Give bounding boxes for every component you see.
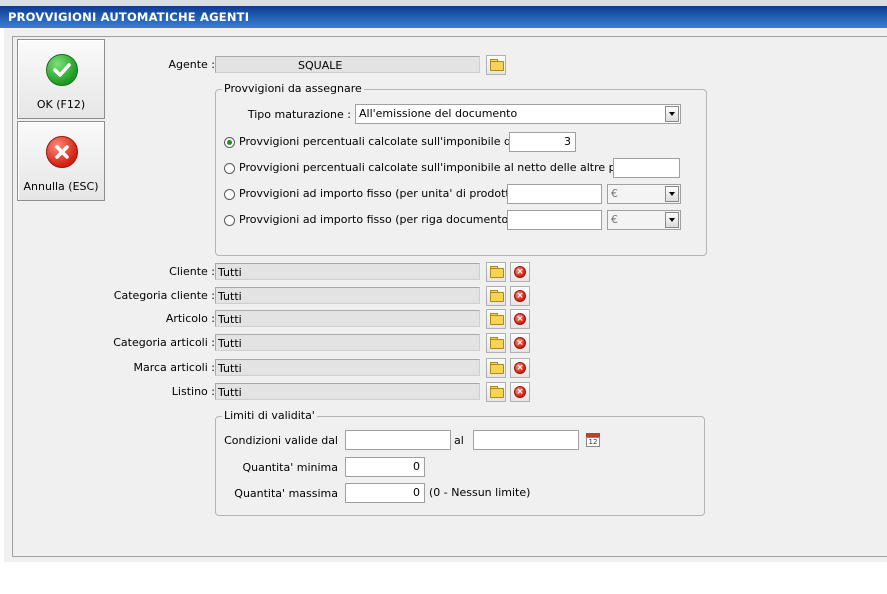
filter-field-marca-articoli: Tutti [215,359,480,376]
min-quantity-label: Quantita' minima [242,461,338,474]
filter-field-cliente: Tutti [215,263,480,280]
filter-field-categoria-articoli: Tutti [215,334,480,351]
filter-label-categoria-articoli: Categoria articoli : [113,336,215,349]
min-quantity-input[interactable]: 0 [345,457,425,477]
articolo-clear-button[interactable]: × [510,309,530,329]
cancel-button-label: Annulla (ESC) [23,180,99,193]
agent-label: Agente : [168,58,215,71]
filter-field-articolo: Tutti [215,310,480,327]
marca-articoli-folder-icon[interactable] [486,358,506,378]
window-title: PROVVIGIONI AUTOMATICHE AGENTI [8,10,250,24]
close-icon [46,136,78,168]
fixed-row-currency: € [611,213,618,226]
calendar-icon[interactable]: 12 [584,431,602,449]
filter-label-articolo: Articolo : [165,312,215,325]
fixed-row-input[interactable] [507,210,602,230]
fixed-unit-currency: € [611,187,618,200]
option-percent-row-label: Provvigioni percentuali calcolate sull'i… [239,135,539,148]
tipo-maturazione-label: Tipo maturazione : [247,108,351,121]
marca-articoli-clear-button[interactable]: × [510,358,530,378]
calendar-day: 12 [586,437,600,447]
max-quantity-input[interactable]: 0 [345,483,425,503]
ok-button[interactable]: OK (F12) [17,39,105,119]
categoria-cliente-clear-button[interactable]: × [510,286,530,306]
radio-fixed-row[interactable] [224,215,235,226]
close-icon: × [514,290,526,302]
categoria-cliente-folder-icon[interactable] [486,286,506,306]
radio-fixed-unit[interactable] [224,189,235,200]
commission-group-title: Provvigioni da assegnare [222,82,364,95]
radio-percent-row[interactable] [224,137,235,148]
filter-label-categoria-cliente: Categoria cliente : [113,289,215,302]
option-fixed-unit-label: Provvigioni ad importo fisso (per unita'… [239,187,521,200]
close-icon: × [514,266,526,278]
filter-field-listino: Tutti [215,383,480,400]
agent-folder-icon[interactable] [486,55,506,75]
main-panel: OK (F12) Annulla (ESC) Agente : SQUALE P… [12,36,887,557]
validity-group-title: Limiti di validita' [222,409,317,422]
categoria-articoli-folder-icon[interactable] [486,333,506,353]
radio-percent-net[interactable] [224,163,235,174]
close-icon: × [514,337,526,349]
max-quantity-label: Quantita' massima [234,487,338,500]
commission-group: Provvigioni da assegnare Tipo maturazion… [215,82,707,256]
listino-clear-button[interactable]: × [510,382,530,402]
agent-value: SQUALE [298,59,343,72]
max-quantity-note: (0 - Nessun limite) [429,486,531,499]
checkmark-icon [46,54,78,86]
categoria-articoli-clear-button[interactable]: × [510,333,530,353]
validity-from-input[interactable] [345,430,451,450]
agent-field: SQUALE [215,56,480,73]
tipo-maturazione-value: All'emissione del documento [359,107,518,120]
cliente-clear-button[interactable]: × [510,262,530,282]
validity-group: Limiti di validita' Condizioni valide da… [215,409,705,516]
tipo-maturazione-select[interactable]: All'emissione del documento [355,104,681,124]
chevron-down-icon [665,212,679,228]
chevron-down-icon [665,106,679,122]
filter-label-cliente: Cliente : [169,265,215,278]
close-icon: × [514,362,526,374]
close-icon: × [514,313,526,325]
filter-label-listino: Listino : [171,385,215,398]
fixed-row-currency-select[interactable]: € [607,210,681,230]
percent-net-input[interactable] [613,158,680,178]
dialog-window: OK (F12) Annulla (ESC) Agente : SQUALE P… [4,28,887,562]
validity-to-label: al [454,434,464,447]
filter-label-marca-articoli: Marca articoli : [133,361,215,374]
option-fixed-row-label: Provvigioni ad importo fisso (per riga d… [239,213,513,226]
filter-field-categoria-cliente: Tutti [215,287,480,304]
ok-button-label: OK (F12) [36,98,86,111]
validity-from-label: Condizioni valide dal [224,434,338,447]
chevron-down-icon [665,186,679,202]
title-bar: PROVVIGIONI AUTOMATICHE AGENTI [0,6,887,28]
percent-row-input[interactable]: 3 [509,132,576,152]
cliente-folder-icon[interactable] [486,262,506,282]
fixed-unit-input[interactable] [507,184,602,204]
articolo-folder-icon[interactable] [486,309,506,329]
close-icon: × [514,386,526,398]
validity-to-input[interactable] [473,430,579,450]
cancel-button[interactable]: Annulla (ESC) [17,121,105,201]
listino-folder-icon[interactable] [486,382,506,402]
fixed-unit-currency-select[interactable]: € [607,184,681,204]
option-percent-net-label: Provvigioni percentuali calcolate sull'i… [239,161,670,174]
